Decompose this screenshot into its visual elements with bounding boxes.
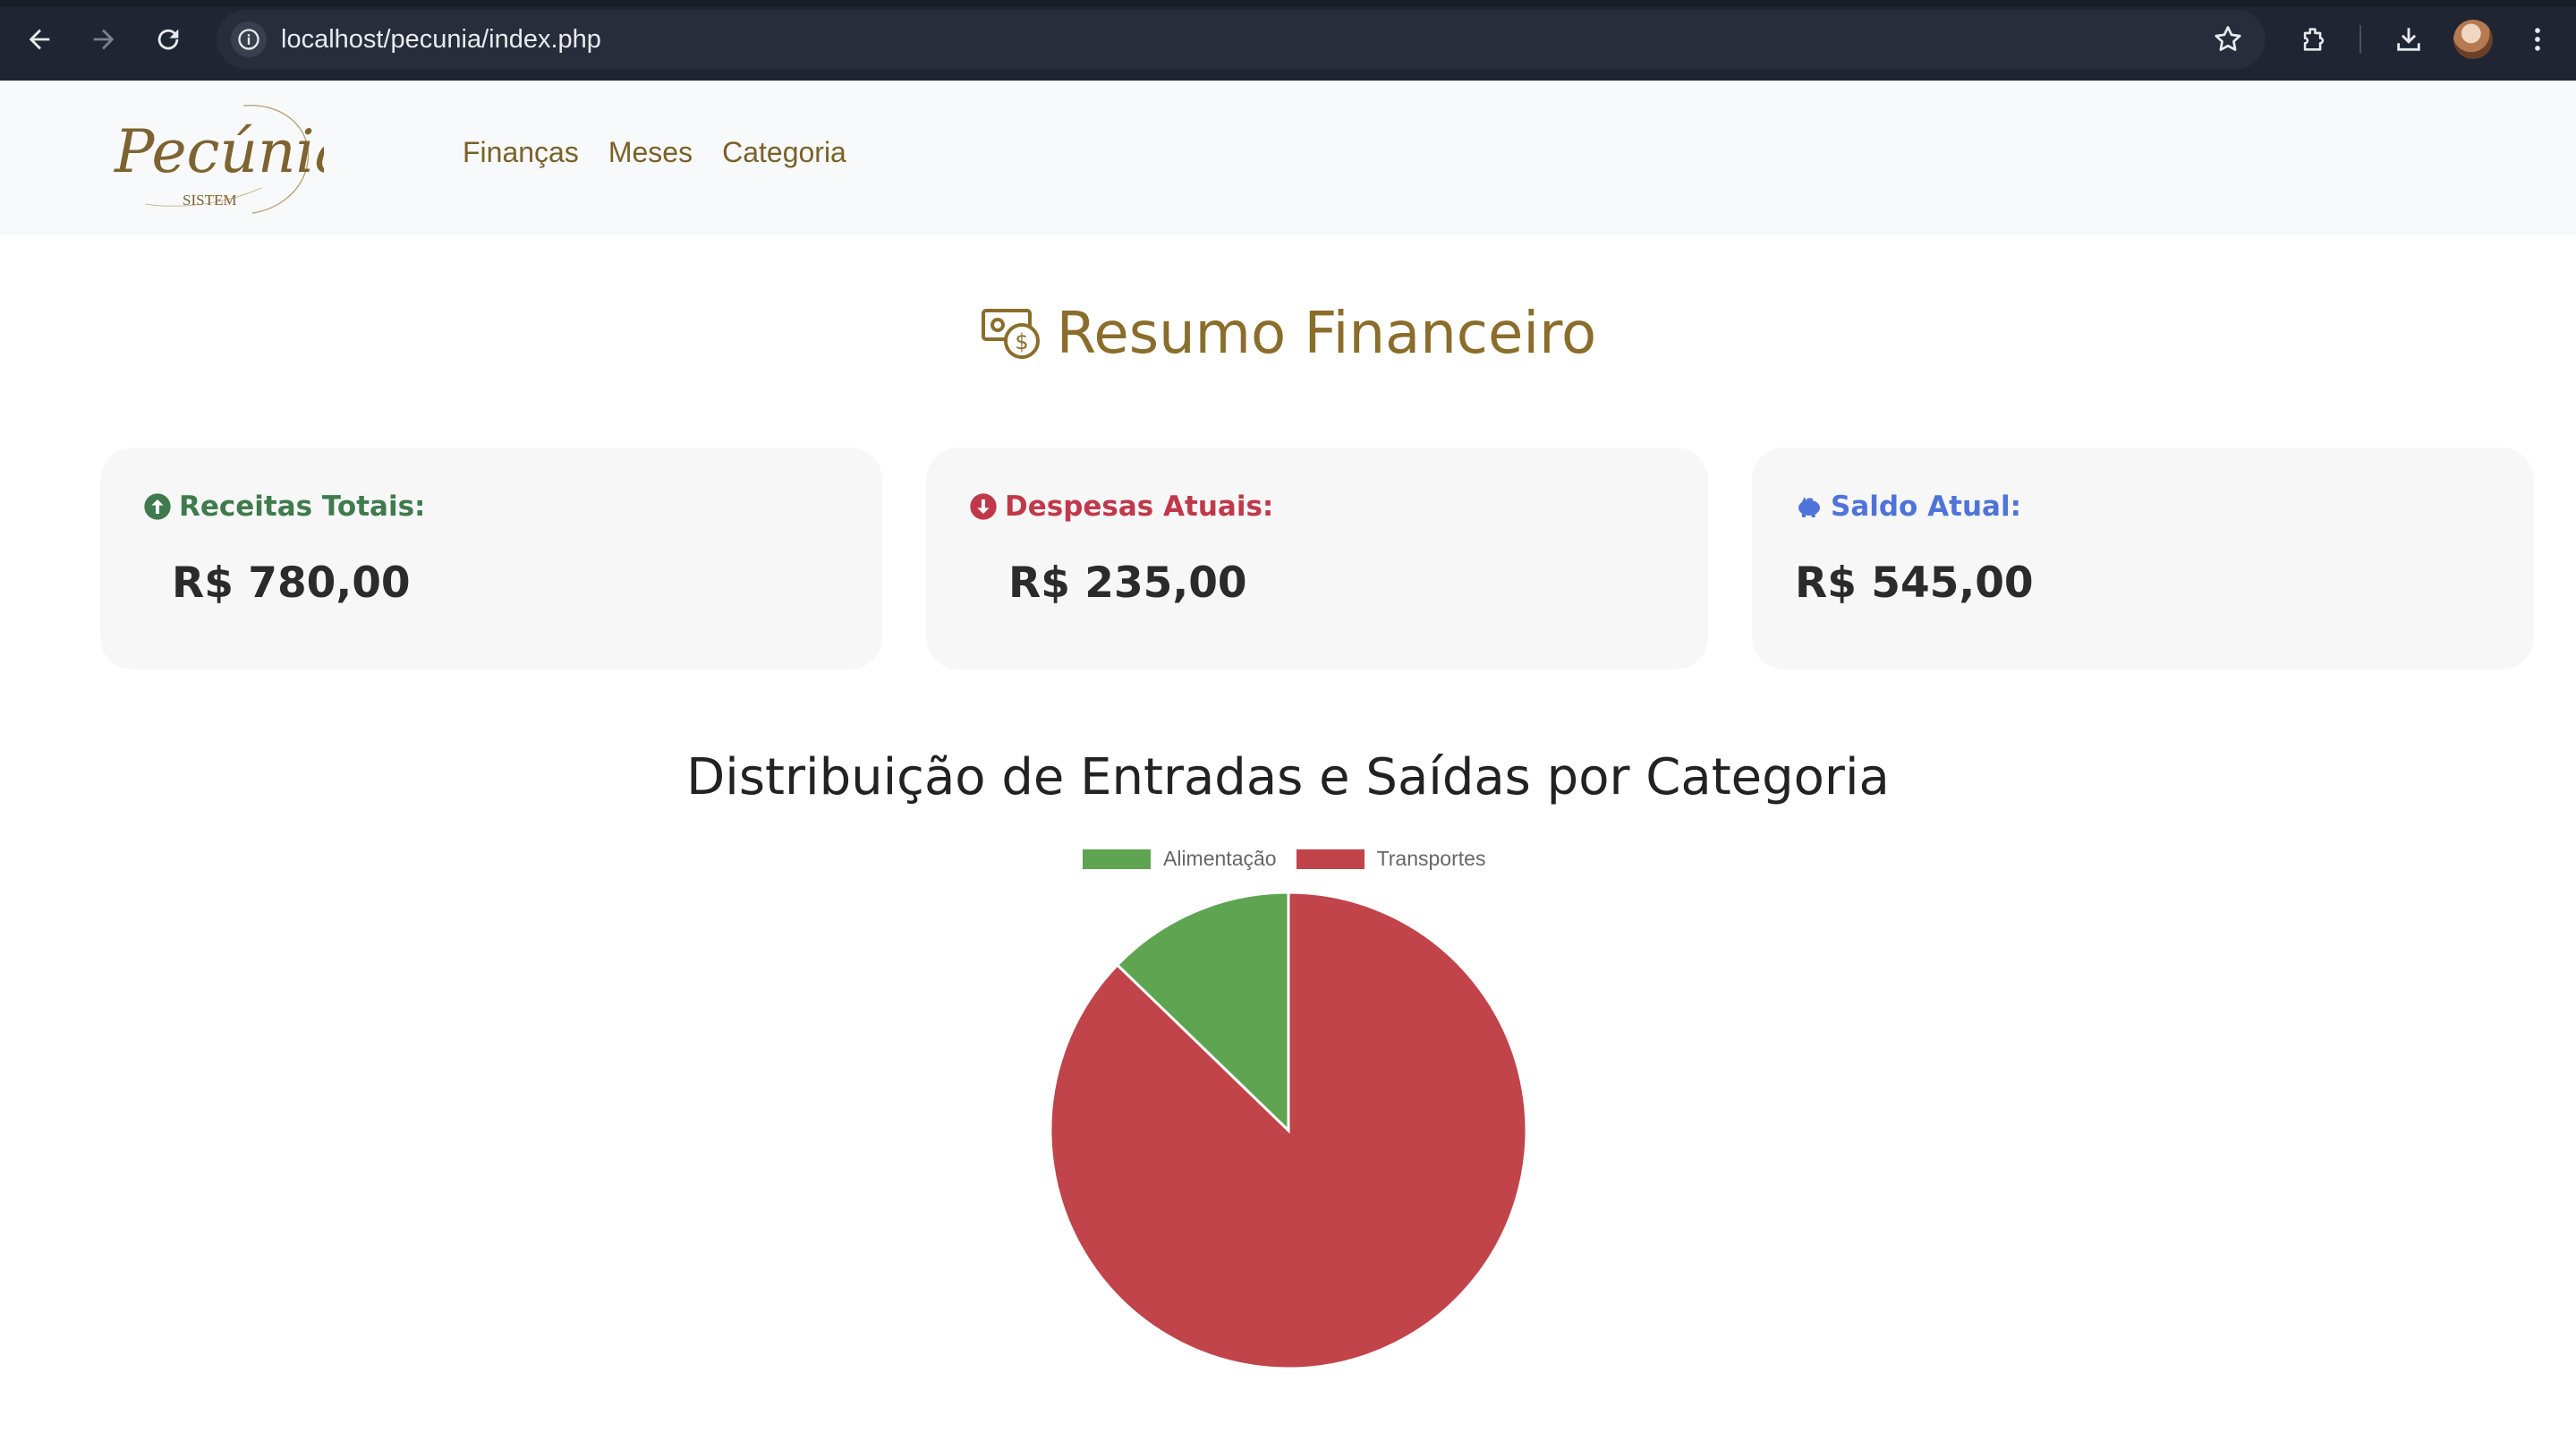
legend-swatch-alimentacao — [1083, 849, 1151, 869]
card-receitas: Receitas Totais: R$ 780,00 — [100, 448, 882, 670]
legend-label-alimentacao: Alimentação — [1163, 847, 1277, 870]
download-icon — [2397, 28, 2420, 51]
card-saldo-value: R$ 545,00 — [1795, 559, 2034, 608]
profile-avatar[interactable] — [2453, 20, 2493, 59]
toolbar-divider — [2359, 25, 2361, 54]
back-arrow-icon — [29, 29, 50, 50]
kebab-menu-icon — [2535, 28, 2540, 51]
pecunia-logo[interactable]: Pecúnia SISTEM — [109, 98, 324, 215]
legend-label-transportes: Transportes — [1376, 847, 1486, 870]
reload-button[interactable] — [149, 20, 188, 59]
card-despesas-label: Despesas Atuais: — [1005, 490, 1274, 523]
card-despesas-value: R$ 235,00 — [1008, 559, 1247, 608]
legend-item-transportes[interactable]: Transportes — [1296, 847, 1486, 871]
back-button[interactable] — [20, 20, 59, 59]
forward-button[interactable] — [84, 20, 123, 59]
menu-meses[interactable]: Meses — [608, 136, 693, 169]
card-receitas-label-row: Receitas Totais: — [143, 490, 425, 523]
reload-icon — [157, 29, 179, 50]
card-saldo: Saldo Atual: R$ 545,00 — [1752, 448, 2534, 670]
card-receitas-label: Receitas Totais: — [179, 490, 426, 523]
page-title-row: $ Resumo Financeiro — [0, 294, 2576, 374]
card-saldo-label: Saldo Atual: — [1831, 490, 2021, 523]
card-despesas: Despesas Atuais: R$ 235,00 — [926, 448, 1708, 670]
arrow-down-circle-icon — [970, 493, 997, 520]
browser-menu-button[interactable] — [2518, 20, 2557, 59]
menu-categoria[interactable]: Categoria — [722, 136, 846, 169]
forward-arrow-icon — [93, 29, 115, 50]
chart-legend: Alimentação Transportes — [1083, 847, 1485, 871]
url-text[interactable]: localhost/pecunia/index.php — [281, 10, 601, 69]
browser-toolbar: localhost/pecunia/index.php — [0, 0, 2576, 81]
money-cash-icon: $ — [981, 309, 1040, 359]
extensions-button[interactable] — [2294, 20, 2334, 59]
page-title: Resumo Financeiro — [1056, 301, 1597, 367]
bookmark-star-icon[interactable] — [2212, 23, 2244, 55]
card-despesas-label-row: Despesas Atuais: — [969, 490, 1273, 523]
legend-item-alimentacao[interactable]: Alimentação — [1083, 847, 1277, 871]
piggy-bank-icon — [1798, 497, 1820, 517]
legend-swatch-transportes — [1296, 849, 1365, 869]
chart-title: Distribuição de Entradas e Saídas por Ca… — [686, 748, 1890, 806]
arrow-up-circle-icon — [144, 493, 171, 520]
browser-tab-strip — [0, 0, 2576, 7]
logo-subtext: SISTEM — [183, 192, 236, 209]
site-navbar — [0, 81, 2576, 235]
card-saldo-label-row: Saldo Atual: — [1795, 490, 2021, 523]
category-pie-chart[interactable] — [1047, 889, 1530, 1372]
site-info-icon[interactable] — [231, 21, 267, 57]
address-bar[interactable]: localhost/pecunia/index.php — [217, 10, 2266, 69]
downloads-button[interactable] — [2389, 20, 2428, 59]
svg-text:$: $ — [1015, 329, 1028, 354]
logo-wordmark: Pecúnia — [114, 117, 324, 186]
menu-financas[interactable]: Finanças — [463, 136, 579, 169]
main-menu: Finanças Meses Categoria — [463, 136, 846, 169]
puzzle-icon — [2303, 28, 2325, 51]
card-receitas-value: R$ 780,00 — [172, 559, 411, 608]
